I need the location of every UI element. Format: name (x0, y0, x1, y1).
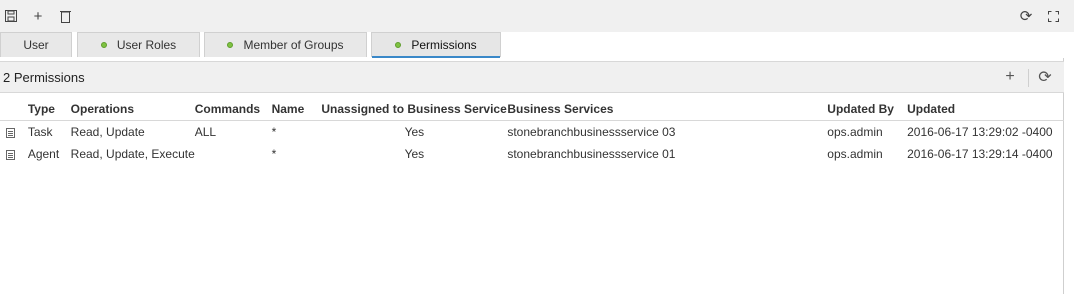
tab-user[interactable]: User (0, 32, 72, 57)
tab-user-roles[interactable]: User Roles (77, 32, 200, 57)
details-icon[interactable] (6, 149, 15, 160)
permissions-table: Type Operations Commands Name Unassigned… (0, 98, 1064, 165)
delete-icon[interactable] (56, 6, 74, 26)
cell-updated-by: ops.admin (827, 125, 883, 139)
table-header-row: Type Operations Commands Name Unassigned… (0, 98, 1064, 121)
column-header-operations[interactable]: Operations (70, 98, 195, 121)
tab-label: User (23, 38, 49, 52)
cell-commands (195, 143, 272, 165)
tab-label: Permissions (411, 38, 477, 52)
cell-business-services: stonebranchbusinessservice 03 (507, 125, 676, 139)
status-dot-icon (227, 42, 234, 48)
cell-updated: 2016-06-17 13:29:14 -0400 (907, 147, 1053, 161)
cell-type: Agent (27, 147, 60, 161)
cell-unassigned: Yes (404, 147, 425, 161)
cell-name: * (271, 125, 277, 139)
tab-permissions[interactable]: Permissions (371, 32, 501, 58)
fullscreen-icon[interactable] (1044, 6, 1062, 26)
cell-operations: Read, Update (70, 125, 145, 139)
tab-member-of-groups[interactable]: Member of Groups (204, 32, 367, 57)
cell-updated: 2016-06-17 13:29:02 -0400 (907, 125, 1053, 139)
permissions-panel: 2 Permissions + ⟳ Type Operations Comman… (0, 58, 1064, 294)
table-row[interactable]: Task Read, Update ALL * Yes stonebranchb… (0, 121, 1064, 144)
column-header-unassigned[interactable]: Unassigned to Business Service (321, 98, 508, 121)
tab-label: User Roles (116, 38, 177, 52)
status-dot-icon (395, 42, 402, 48)
status-dot-icon (100, 42, 107, 48)
column-header-type[interactable]: Type (27, 98, 71, 121)
panel-header: 2 Permissions + ⟳ (0, 61, 1064, 93)
panel-title: 2 Permissions (3, 70, 85, 85)
cell-operations: Read, Update, Execute (70, 147, 195, 161)
save-icon[interactable] (2, 6, 20, 26)
refresh-list-icon[interactable]: ⟳ (1036, 68, 1054, 86)
add-permission-icon[interactable]: + (1001, 68, 1019, 86)
column-header-commands[interactable]: Commands (194, 98, 272, 121)
tab-label: Member of Groups (243, 38, 344, 52)
divider (1028, 69, 1029, 87)
column-header-icon (0, 98, 28, 121)
cell-type: Task (27, 125, 53, 139)
column-header-name[interactable]: Name (271, 98, 322, 121)
top-toolbar: + ⟳ (0, 0, 1074, 32)
column-header-updated[interactable]: Updated (907, 98, 1064, 121)
column-header-updated-by[interactable]: Updated By (827, 98, 908, 121)
cell-name: * (271, 147, 277, 161)
cell-commands: ALL (194, 125, 217, 139)
tab-bar: User User Roles Member of Groups Permiss… (0, 32, 1074, 58)
column-header-business-services[interactable]: Business Services (507, 98, 828, 121)
cell-updated-by: ops.admin (827, 147, 883, 161)
cell-business-services: stonebranchbusinessservice 01 (507, 147, 676, 161)
cell-unassigned: Yes (404, 125, 425, 139)
add-icon[interactable]: + (29, 6, 47, 26)
details-icon[interactable] (6, 127, 15, 138)
table-row[interactable]: Agent Read, Update, Execute * Yes stoneb… (0, 143, 1064, 165)
refresh-icon[interactable]: ⟳ (1017, 6, 1035, 26)
